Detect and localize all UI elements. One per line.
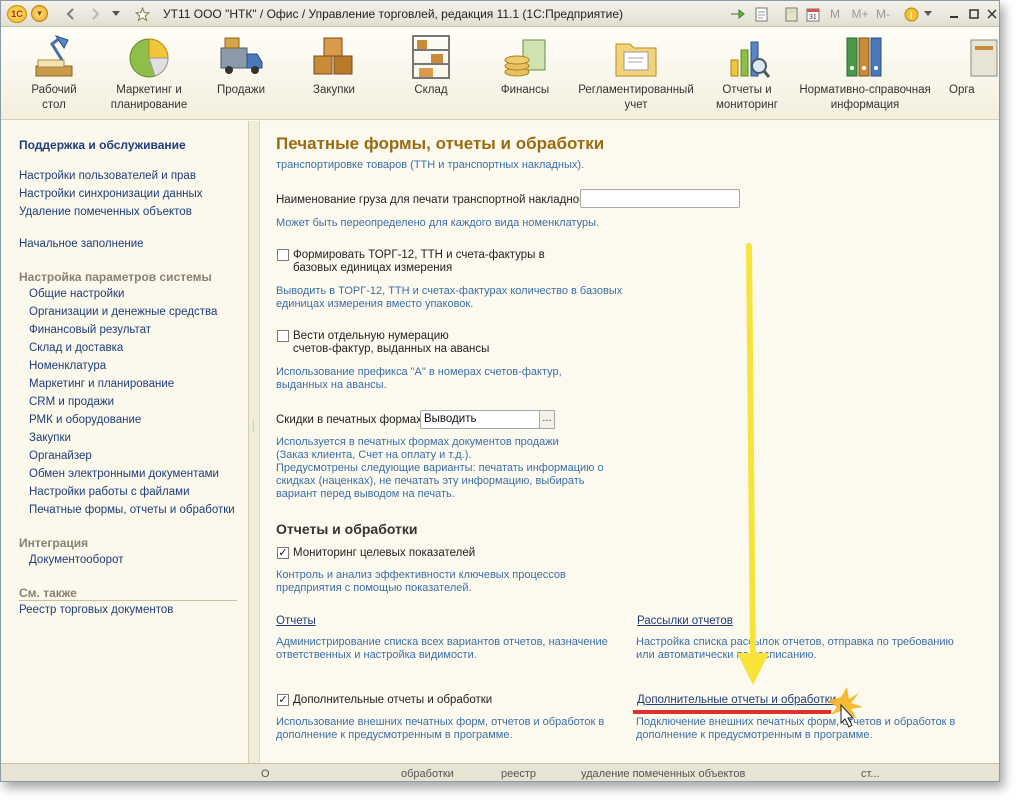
annotation-arrow-icon: [737, 243, 769, 685]
application-window: 1С ▾ УТ11 ООО "НТК" / Офис / Управление …: [0, 0, 1000, 782]
click-burst-icon: [827, 687, 863, 728]
annotation-overlay: [633, 243, 863, 728]
